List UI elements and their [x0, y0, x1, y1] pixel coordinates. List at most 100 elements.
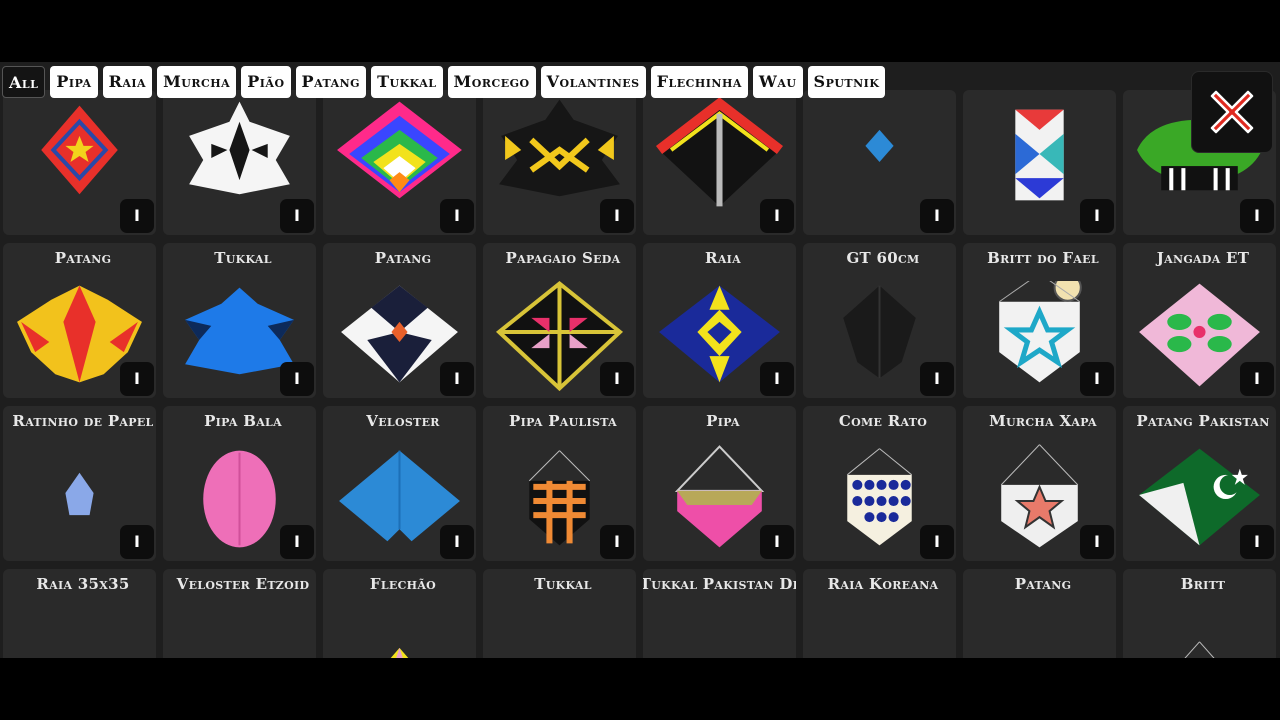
kite-card[interactable]: Britt — [1123, 569, 1276, 658]
kite-info-button[interactable]: I — [920, 525, 954, 559]
filter-tab-bar: All Pipa Raia Murcha Pião Patang Tukkal Morcego… — [2, 66, 886, 98]
close-button[interactable] — [1191, 71, 1273, 153]
kite-info-button[interactable]: I — [1080, 362, 1114, 396]
kite-image — [811, 607, 948, 658]
kite-name: Raia Koreana — [827, 575, 939, 593]
kite-card[interactable]: Tukkal — [483, 569, 636, 658]
kite-card[interactable]: Patang I — [323, 243, 476, 398]
kite-card[interactable]: Patang Pakistan I — [1123, 406, 1276, 561]
kite-image — [971, 607, 1108, 658]
kite-name: Patang — [1014, 575, 1072, 593]
kite-name: GT 60cm — [846, 249, 920, 267]
kite-image — [390, 647, 409, 658]
kite-info-button[interactable]: I — [1240, 199, 1274, 233]
kite-info-button[interactable]: I — [280, 525, 314, 559]
filter-tab-morcego[interactable]: Morcego — [447, 66, 536, 98]
kite-card[interactable]: Papagaio Seda I — [483, 243, 636, 398]
kite-card[interactable]: I — [483, 90, 636, 235]
kite-info-button[interactable]: I — [440, 199, 474, 233]
kite-card[interactable]: Flechão — [323, 569, 476, 658]
filter-tab-volantines[interactable]: Volantines — [540, 66, 646, 98]
kite-name: Papagaio Seda — [505, 249, 621, 267]
filter-tab-patang[interactable]: Patang — [295, 66, 367, 98]
filter-tab-wau[interactable]: Wau — [752, 66, 803, 98]
kite-name: Come Rato — [838, 412, 928, 430]
kite-info-button[interactable]: I — [600, 362, 634, 396]
kite-info-button[interactable]: I — [120, 362, 154, 396]
filter-tab-sputnik[interactable]: Sputnik — [807, 66, 886, 98]
kite-card[interactable]: I — [963, 90, 1116, 235]
kite-card[interactable]: Raia I — [643, 243, 796, 398]
kite-info-button[interactable]: I — [600, 199, 634, 233]
kite-card[interactable]: I — [3, 90, 156, 235]
kite-card[interactable]: Tukkal I — [163, 243, 316, 398]
kite-name: Patang — [374, 249, 432, 267]
kite-name: Pipa — [706, 412, 740, 430]
kite-info-button[interactable]: I — [920, 362, 954, 396]
kite-image — [337, 101, 462, 199]
filter-tab-tukkal[interactable]: Tukkal — [371, 66, 443, 98]
kite-info-button[interactable]: I — [1240, 362, 1274, 396]
kite-info-button[interactable]: I — [920, 199, 954, 233]
filter-tab-pi-o[interactable]: Pião — [241, 66, 291, 98]
filter-tab-all[interactable]: All — [2, 66, 46, 98]
kite-card[interactable]: Veloster I — [323, 406, 476, 561]
kite-image — [719, 657, 720, 658]
kite-card[interactable]: Veloster Etzoid — [163, 569, 316, 658]
kite-name: Tukkal Pakistan Dif — [643, 575, 796, 593]
kite-image — [1015, 109, 1064, 201]
kite-info-button[interactable]: I — [120, 199, 154, 233]
kite-image — [189, 101, 290, 195]
kite-card[interactable]: GT 60cm I — [803, 243, 956, 398]
kite-info-button[interactable]: I — [440, 362, 474, 396]
kite-card[interactable]: I — [323, 90, 476, 235]
kite-image — [499, 99, 620, 197]
kite-info-button[interactable]: I — [600, 525, 634, 559]
kite-name: Veloster — [366, 412, 440, 430]
kite-info-button[interactable]: I — [760, 525, 794, 559]
kite-card[interactable]: Patang I — [3, 243, 156, 398]
kite-name: Patang — [54, 249, 112, 267]
filter-tab-pipa[interactable]: Pipa — [50, 66, 98, 98]
kite-info-button[interactable]: I — [760, 362, 794, 396]
kite-image — [78, 657, 81, 658]
kite-name: Flechão — [369, 575, 437, 593]
kite-info-button[interactable]: I — [1080, 199, 1114, 233]
kite-card[interactable]: I — [643, 90, 796, 235]
kite-info-button[interactable]: I — [280, 199, 314, 233]
kite-card[interactable]: Pipa Bala I — [163, 406, 316, 561]
filter-tab-flechinha[interactable]: Flechinha — [650, 66, 748, 98]
kite-name: Patang Pakistan — [1136, 412, 1270, 430]
kite-image — [41, 105, 118, 195]
kite-name: Veloster Etzoid — [176, 575, 310, 593]
kite-image — [865, 129, 894, 163]
kite-card[interactable]: Ratinho de Papel I — [3, 406, 156, 561]
kite-info-button[interactable]: I — [440, 525, 474, 559]
kite-name: Raia — [705, 249, 741, 267]
kite-image — [491, 607, 628, 658]
kite-info-button[interactable]: I — [1240, 525, 1274, 559]
kite-card[interactable]: Pipa I — [643, 406, 796, 561]
kite-card[interactable]: I — [163, 90, 316, 235]
kite-card[interactable]: I — [803, 90, 956, 235]
kite-info-button[interactable]: I — [120, 525, 154, 559]
kite-card[interactable]: Murcha Xapa I — [963, 406, 1116, 561]
kite-info-button[interactable]: I — [280, 362, 314, 396]
kite-card[interactable]: Britt do Fael I — [963, 243, 1116, 398]
filter-tab-murcha[interactable]: Murcha — [157, 66, 237, 98]
kite-name: Ratinho de Papel — [12, 412, 154, 430]
kite-name: Tukkal — [534, 575, 592, 593]
kite-image — [1184, 641, 1215, 658]
kite-info-button[interactable]: I — [760, 199, 794, 233]
filter-tab-raia[interactable]: Raia — [102, 66, 153, 98]
kite-card[interactable]: Raia 35x35 — [3, 569, 156, 658]
kite-card[interactable]: Pipa Paulista I — [483, 406, 636, 561]
kite-card[interactable]: Patang — [963, 569, 1116, 658]
kite-image — [239, 657, 240, 658]
kite-card[interactable]: Jangada ET I — [1123, 243, 1276, 398]
kite-name: Jangada ET — [1156, 249, 1250, 267]
kite-card[interactable]: Come Rato I — [803, 406, 956, 561]
kite-card[interactable]: Tukkal Pakistan Dif — [643, 569, 796, 658]
kite-info-button[interactable]: I — [1080, 525, 1114, 559]
kite-card[interactable]: Raia Koreana — [803, 569, 956, 658]
